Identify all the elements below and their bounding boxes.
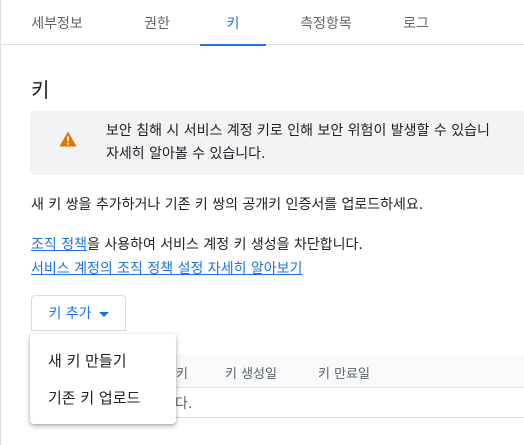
menu-item-create-key[interactable]: 새 키 만들기 xyxy=(30,342,176,379)
warning-line-2: 자세히 알아볼 수 있습니다. xyxy=(106,146,266,162)
service-account-page: 세부정보 권한 키 측정항목 로그 키 보안 침해 시 서비스 계정 키로 인해… xyxy=(0,0,524,445)
tab-metrics[interactable]: 측정항목 xyxy=(283,0,369,45)
menu-item-create-key-label: 새 키 만들기 xyxy=(48,352,127,370)
panel-divider xyxy=(0,45,1,445)
learn-more-link[interactable]: 서비스 계정의 조직 정책 설정 자세히 알아보기 xyxy=(31,261,302,277)
policy-text: 조직 정책을 사용하여 서비스 계정 키 생성을 차단합니다. xyxy=(31,234,363,254)
org-policy-link[interactable]: 조직 정책 xyxy=(31,237,87,253)
keys-description: 새 키 쌍을 추가하거나 기존 키 쌍의 공개키 인증서를 업로드하세요. xyxy=(31,197,424,213)
column-created: 키 생성일 xyxy=(225,367,277,382)
menu-item-upload-key[interactable]: 기존 키 업로드 xyxy=(30,379,176,416)
page-title: 키 xyxy=(31,78,50,102)
add-key-menu: 새 키 만들기 기존 키 업로드 xyxy=(30,334,176,424)
tab-metrics-label: 측정항목 xyxy=(300,15,352,32)
policy-rest-text: 을 사용하여 서비스 계정 키 생성을 차단합니다. xyxy=(86,237,363,253)
tab-keys-label: 키 xyxy=(226,15,240,32)
tab-logs[interactable]: 로그 xyxy=(381,0,451,45)
add-key-button[interactable]: 키 추가 xyxy=(31,295,126,331)
tab-permissions-label: 권한 xyxy=(144,15,170,32)
column-key: 키 xyxy=(176,367,188,382)
caret-down-icon xyxy=(98,311,109,317)
tab-details-label: 세부정보 xyxy=(31,15,83,32)
menu-item-upload-key-label: 기존 키 업로드 xyxy=(48,389,141,407)
tab-logs-label: 로그 xyxy=(403,15,429,32)
warning-text: 보안 침해 시 서비스 계정 키로 인해 보안 위험이 발생할 수 있습니 자세… xyxy=(106,120,524,166)
add-key-label: 키 추가 xyxy=(48,306,92,322)
warning-triangle-icon xyxy=(59,131,77,147)
warning-banner: 보안 침해 시 서비스 계정 키로 인해 보안 위험이 발생할 수 있습니 자세… xyxy=(30,111,524,175)
tab-details[interactable]: 세부정보 xyxy=(13,0,101,45)
column-expiry: 키 만료일 xyxy=(318,367,370,382)
tab-bar: 세부정보 권한 키 측정항목 로그 xyxy=(0,0,524,46)
active-tab-indicator xyxy=(200,44,266,46)
warning-line-1: 보안 침해 시 서비스 계정 키로 인해 보안 위험이 발생할 수 있습니 xyxy=(106,123,490,139)
tab-keys[interactable]: 키 xyxy=(200,0,266,46)
tab-permissions[interactable]: 권한 xyxy=(119,0,195,45)
empty-state-text: 다. xyxy=(175,396,193,412)
learn-more-row: 서비스 계정의 조직 정책 설정 자세히 알아보기 xyxy=(31,258,302,278)
